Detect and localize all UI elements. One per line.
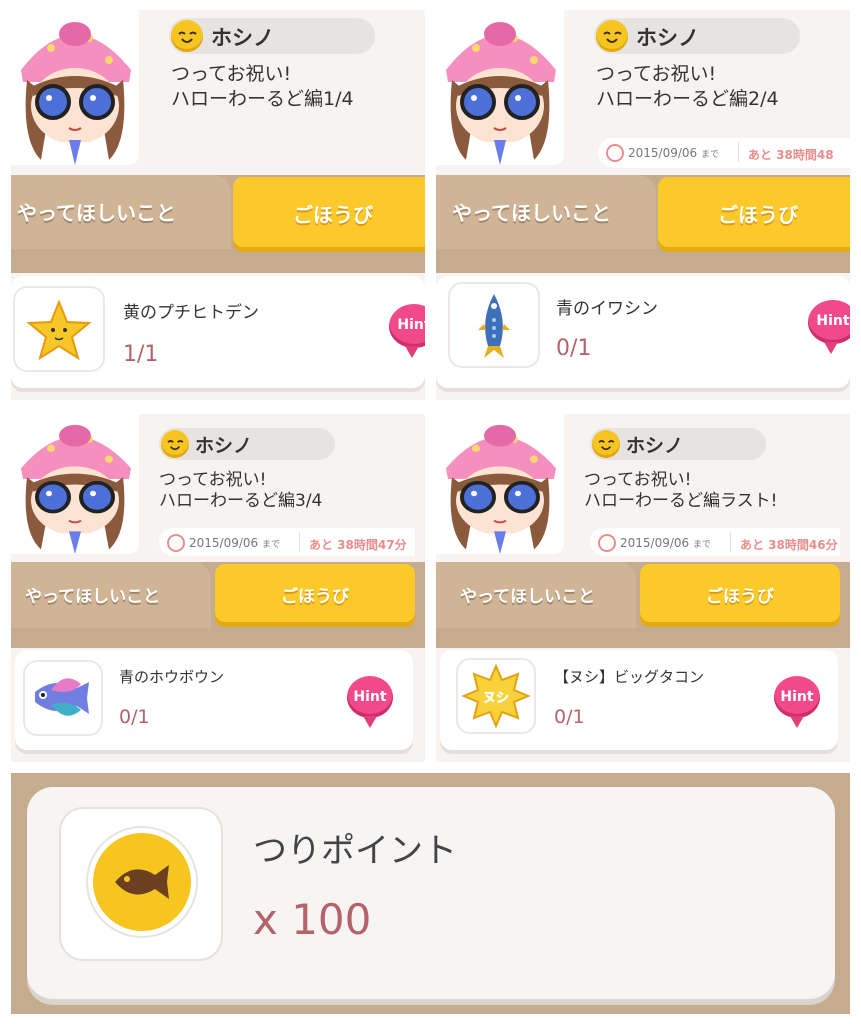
npc-avatar xyxy=(436,414,564,554)
smiley-face-icon xyxy=(596,20,628,52)
hint-button[interactable]: Hint xyxy=(808,300,850,354)
npc-name: ホシノ xyxy=(636,26,699,50)
deadline-bar: 2015/09/06 まで あと 38時間46分 xyxy=(590,528,840,556)
npc-name: ホシノ xyxy=(211,26,274,50)
quest-item-card: 青のイワシン 0/1 Hint xyxy=(436,276,850,388)
tab-reward[interactable]: ごほうび xyxy=(215,564,415,622)
tab-request[interactable]: やってほしいこと xyxy=(436,562,636,628)
tab-bar: やってほしいこと ごほうび xyxy=(436,562,850,648)
item-progress: 0/1 xyxy=(119,706,150,728)
quest-title: つってお祝い! ハローわーるど編2/4 xyxy=(596,63,779,110)
quest-title: つってお祝い! ハローわーるど編3/4 xyxy=(159,470,323,511)
boss-octopus-badge-icon: ヌシ xyxy=(461,663,531,729)
blue-gurnard-icon xyxy=(35,678,89,716)
quest-item-card: 黄のプチヒトデン 1/1 Hint xyxy=(11,276,425,388)
item-name: 青のイワシン xyxy=(556,299,658,319)
deadline-date: 2015/09/06 まで xyxy=(620,536,712,550)
npc-girl-pink-hat-icon xyxy=(446,22,556,165)
blue-sardine-icon xyxy=(478,294,510,358)
svg-text:ヌシ: ヌシ xyxy=(483,691,509,706)
quest-title: つってお祝い! ハローわーるど編1/4 xyxy=(171,63,354,110)
divider xyxy=(738,142,739,162)
reward-icon-box xyxy=(61,809,221,959)
fish-coin-icon xyxy=(93,833,191,931)
clock-icon xyxy=(167,534,185,552)
tab-request[interactable]: やってほしいこと xyxy=(436,175,656,249)
tab-request-label: やってほしいこと xyxy=(25,587,161,607)
npc-avatar xyxy=(11,10,139,165)
hint-button[interactable]: Hint xyxy=(347,676,393,728)
npc-avatar xyxy=(11,414,139,554)
quest-title: つってお祝い! ハローわーるど編ラスト! xyxy=(584,470,778,511)
deadline-bar: 2015/09/06 まで あと 38時間48 xyxy=(598,138,850,168)
reward-card: つりポイント x 100 xyxy=(27,787,835,999)
reward-panel: つりポイント x 100 xyxy=(11,773,850,1014)
npc-name: ホシノ xyxy=(626,435,684,457)
npc-name-pill: ホシノ xyxy=(159,428,335,460)
quest-item-card: 青のホウボウン 0/1 Hint xyxy=(15,650,413,750)
npc-name-pill: ホシノ xyxy=(169,18,375,54)
deadline-date: 2015/09/06 まで xyxy=(628,146,720,160)
remaining-time: あと 38時間46分 xyxy=(740,538,838,552)
deadline-bar: 2015/09/06 まで あと 38時間47分 xyxy=(159,528,415,556)
hint-button[interactable]: Hint xyxy=(774,676,820,728)
tab-bar: やってほしいこと ごほうび xyxy=(11,562,425,648)
npc-name: ホシノ xyxy=(195,435,253,457)
smiley-face-icon xyxy=(161,430,189,458)
remaining-time: あと 38時間47分 xyxy=(309,538,407,552)
item-name: 青のホウボウン xyxy=(119,668,225,686)
smiley-face-icon xyxy=(592,430,620,458)
divider xyxy=(730,532,731,552)
deadline-date: 2015/09/06 まで xyxy=(189,536,281,550)
npc-girl-pink-hat-icon xyxy=(21,424,131,554)
item-progress: 0/1 xyxy=(554,706,585,728)
tab-reward[interactable]: ごほうび xyxy=(233,177,425,247)
tab-bar: やってほしいこと ごほうび xyxy=(11,175,425,273)
yellow-starfish-icon xyxy=(26,299,92,361)
quest-panel-1: ホシノ つってお祝い! ハローわーるど編1/4 やってほしいこと ごほうび 黄の… xyxy=(11,10,425,400)
hint-button[interactable]: Hint xyxy=(389,304,425,358)
item-icon-box xyxy=(15,288,103,370)
quest-item-card: ヌシ 【ヌシ】ビッグタコン 0/1 Hint xyxy=(440,650,838,750)
npc-girl-pink-hat-icon xyxy=(21,22,131,165)
clock-icon xyxy=(606,144,624,162)
tab-reward[interactable]: ごほうび xyxy=(658,177,850,247)
quest-panel-4: ホシノ つってお祝い! ハローわーるど編ラスト! 2015/09/06 まで あ… xyxy=(436,414,850,762)
clock-icon xyxy=(598,534,616,552)
item-icon-box xyxy=(450,284,538,366)
tab-reward-label: ごほうび xyxy=(281,587,349,607)
tab-reward[interactable]: ごほうび xyxy=(640,564,840,622)
tab-request-label: やってほしいこと xyxy=(460,587,596,607)
tab-reward-label: ごほうび xyxy=(718,203,798,227)
tab-reward-label: ごほうび xyxy=(293,203,373,227)
divider xyxy=(299,532,300,552)
quest-panel-3: ホシノ つってお祝い! ハローわーるど編3/4 2015/09/06 まで あと… xyxy=(11,414,425,762)
tab-bar: やってほしいこと ごほうび xyxy=(436,175,850,273)
tab-request[interactable]: やってほしいこと xyxy=(11,175,231,249)
item-name: 【ヌシ】ビッグタコン xyxy=(554,668,705,686)
item-icon-box xyxy=(25,662,101,734)
smiley-face-icon xyxy=(171,20,203,52)
item-icon-box: ヌシ xyxy=(458,660,534,732)
npc-avatar xyxy=(436,10,564,165)
tab-request-label: やってほしいこと xyxy=(17,201,176,225)
item-progress: 1/1 xyxy=(123,342,159,367)
reward-title: つりポイント xyxy=(253,831,457,871)
reward-amount: x 100 xyxy=(253,895,372,944)
npc-girl-pink-hat-icon xyxy=(446,424,556,554)
npc-name-pill: ホシノ xyxy=(590,428,766,460)
tab-request[interactable]: やってほしいこと xyxy=(11,562,211,628)
item-name: 黄のプチヒトデン xyxy=(123,303,259,323)
tab-reward-label: ごほうび xyxy=(706,587,774,607)
tab-request-label: やってほしいこと xyxy=(452,201,611,225)
quest-panel-2: ホシノ つってお祝い! ハローわーるど編2/4 2015/09/06 まで あと… xyxy=(436,10,850,400)
remaining-time: あと 38時間48 xyxy=(748,148,834,162)
npc-name-pill: ホシノ xyxy=(594,18,800,54)
item-progress: 0/1 xyxy=(556,336,592,361)
